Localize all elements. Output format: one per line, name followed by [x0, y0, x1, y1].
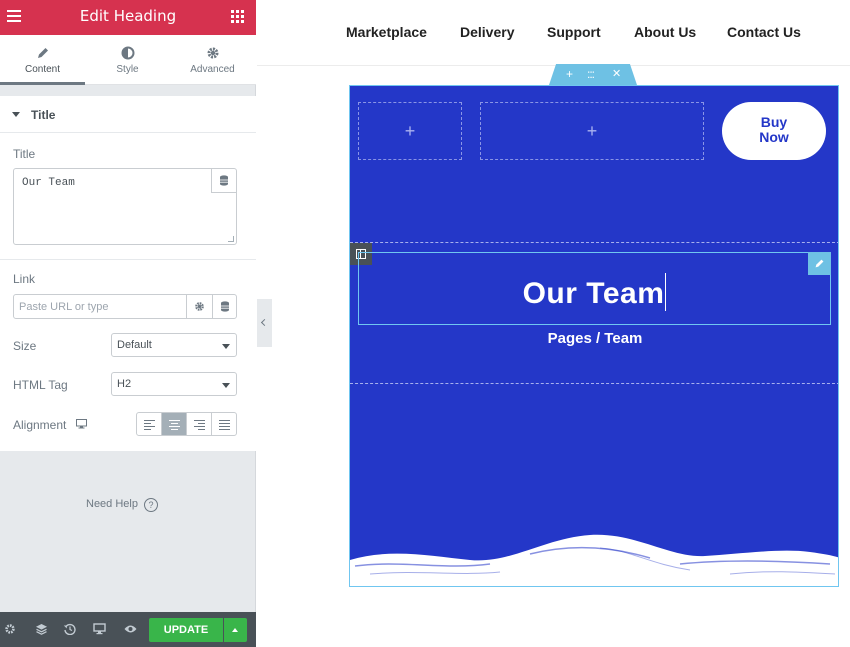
tab-advanced-label: Advanced [190, 64, 235, 75]
section-handle: + ::: ✕ [549, 64, 637, 85]
alignment-choices [136, 412, 237, 436]
responsive-mode-button[interactable] [86, 612, 114, 647]
history-icon [63, 623, 76, 635]
desktop-icon [93, 623, 106, 635]
move-section-button[interactable]: ::: [587, 67, 595, 81]
update-button[interactable]: UPDATE [149, 618, 223, 642]
layers-icon [36, 624, 47, 635]
panel-title: Edit Heading [79, 7, 177, 25]
tab-style-label: Style [116, 64, 139, 75]
alignment-field-label: Alignment [13, 418, 67, 432]
link-url-input[interactable] [14, 295, 186, 318]
site-navigation: Marketplace Delivery Support About Us Co… [257, 0, 850, 66]
need-help-link[interactable]: Need Help [86, 498, 138, 510]
navigator-button[interactable] [28, 612, 56, 647]
caret-down-icon [12, 112, 20, 117]
size-select[interactable]: Default [111, 333, 237, 357]
sidebar-header: Edit Heading [0, 0, 256, 35]
add-section-button[interactable]: + [566, 67, 573, 81]
chevron-left-icon [260, 318, 269, 327]
gear-icon [195, 302, 204, 311]
nav-link-contact-us[interactable]: Contact Us [727, 24, 801, 40]
edit-widget-button[interactable] [808, 252, 831, 275]
eye-icon [124, 625, 137, 633]
page-heading[interactable]: Our Team [359, 273, 830, 311]
wave-divider [350, 534, 838, 586]
align-center-button[interactable] [162, 413, 187, 435]
content-panel: Title Title Our Team Link Paste URL or t… [0, 96, 256, 451]
gear-icon [5, 624, 15, 634]
buy-now-line-1: Buy [760, 114, 788, 130]
nav-link-delivery[interactable]: Delivery [460, 24, 514, 40]
panel-tabs: Content Style Advanced [0, 35, 256, 85]
link-dynamic-tags-button[interactable] [212, 295, 237, 318]
preview-button[interactable] [117, 612, 145, 647]
title-textarea[interactable]: Our Team [13, 168, 237, 245]
empty-column[interactable]: + [480, 102, 704, 160]
database-icon [221, 301, 229, 312]
html-tag-field-label: HTML Tag [13, 378, 68, 392]
align-justify-button[interactable] [212, 413, 236, 435]
title-textarea-value: Our Team [22, 177, 75, 189]
link-field [13, 294, 237, 319]
tab-content[interactable]: Content [0, 35, 85, 85]
desktop-icon[interactable] [76, 419, 87, 429]
question-circle-icon[interactable]: ? [144, 498, 158, 512]
add-widget-icon: + [586, 121, 598, 141]
gear-icon [207, 47, 218, 59]
hero-section[interactable]: + + Buy Now Our Team Pages / Team [349, 85, 839, 587]
pencil-icon [815, 259, 824, 268]
chevron-down-icon [222, 383, 230, 388]
delete-section-button[interactable]: ✕ [612, 67, 621, 80]
settings-button[interactable] [0, 612, 28, 647]
align-right-button[interactable] [187, 413, 212, 435]
nav-link-marketplace[interactable]: Marketplace [346, 24, 427, 40]
dynamic-tags-button[interactable] [211, 169, 236, 193]
chevron-down-icon [222, 344, 230, 349]
empty-column[interactable]: + [358, 102, 462, 160]
html-tag-select-value: H2 [117, 378, 132, 390]
caret-up-icon [232, 628, 238, 632]
size-select-value: Default [117, 339, 152, 351]
heading-widget[interactable]: Our Team [358, 252, 831, 325]
save-options-button[interactable] [224, 618, 247, 642]
breadcrumb: Pages / Team [547, 330, 643, 347]
pencil-icon [37, 48, 48, 58]
nav-link-about-us[interactable]: About Us [634, 24, 696, 40]
section-toggle-title[interactable]: Title [0, 96, 256, 133]
collapse-panel-toggle[interactable] [257, 299, 272, 347]
nav-link-support[interactable]: Support [547, 24, 601, 40]
database-icon [220, 175, 228, 186]
tab-style[interactable]: Style [85, 35, 170, 85]
divider [0, 259, 256, 260]
history-button[interactable] [56, 612, 84, 647]
title-field-label: Title [13, 147, 36, 161]
size-field-label: Size [13, 339, 37, 353]
elementor-editor: Edit Heading Content Style Advanced Titl… [0, 0, 850, 647]
buy-now-button[interactable]: Buy Now [722, 102, 826, 160]
align-left-button[interactable] [137, 413, 162, 435]
widgets-grid-icon[interactable] [231, 10, 244, 23]
link-options-button[interactable] [186, 295, 212, 318]
editor-sidebar: Edit Heading Content Style Advanced Titl… [0, 0, 256, 647]
buy-now-line-2: Now [759, 129, 789, 145]
section-title-label: Title [31, 108, 56, 122]
tab-advanced[interactable]: Advanced [170, 35, 255, 85]
inner-section[interactable]: Our Team Pages / Team [350, 242, 838, 384]
half-circle-icon [121, 46, 134, 60]
bottom-toolbar: UPDATE [0, 612, 256, 647]
add-widget-icon: + [404, 121, 416, 141]
resize-grip-icon[interactable] [228, 236, 234, 242]
tab-content-label: Content [24, 64, 61, 75]
link-field-label: Link [13, 272, 36, 286]
html-tag-select[interactable]: H2 [111, 372, 237, 396]
